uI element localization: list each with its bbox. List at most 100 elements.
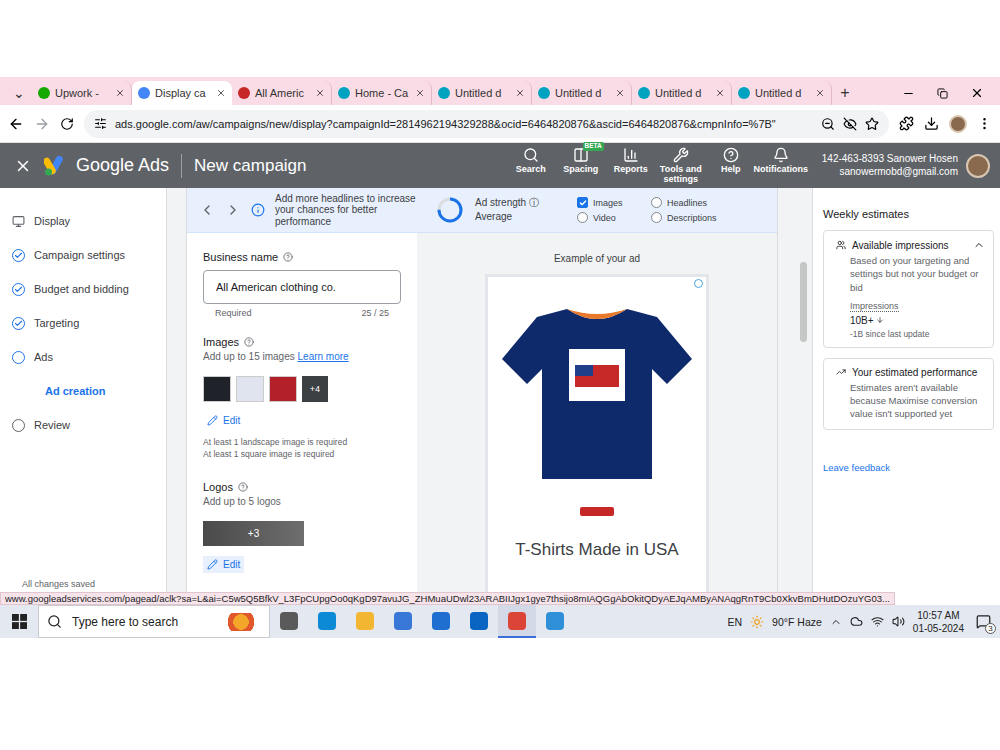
taskbar-app[interactable] [346,605,384,638]
editor-area: Add more headlines to increase your chan… [167,188,812,605]
clock[interactable]: 10:57 AM01-05-2024 [913,609,964,635]
nav-item[interactable]: Budget and bidding [12,272,166,306]
profile-avatar[interactable] [949,115,967,133]
help-icon[interactable] [238,482,248,492]
next-icon[interactable] [225,202,241,218]
close-icon[interactable] [515,88,525,98]
scrollbar[interactable] [800,262,807,342]
taskbar: Type here to search EN 90°F Haze 10:57 AM01… [0,605,1000,638]
header-tool[interactable]: Reports [606,147,656,174]
url-field[interactable]: ads.google.com/aw/campaigns/new/display?… [84,110,889,138]
eye-off-icon[interactable] [843,117,857,131]
menu-icon[interactable] [977,116,992,131]
close-icon[interactable] [14,157,32,175]
learn-more-link[interactable]: Learn more [298,351,349,362]
header-tool[interactable]: Notifications [756,147,806,174]
nav-label: Campaign settings [34,249,125,261]
browser-tab[interactable]: Untitled d [732,81,832,105]
browser-tab[interactable]: Untitled d [632,81,732,105]
close-icon[interactable] [315,88,325,98]
previous-icon[interactable] [199,202,215,218]
metric-label: Impressions [850,301,899,312]
start-button[interactable] [0,605,38,638]
asset-label: Images [593,198,623,208]
language[interactable]: EN [728,616,743,628]
close-icon[interactable] [115,88,125,98]
nav-item[interactable]: Review [12,408,166,442]
business-name-input[interactable]: All American clothing co. [203,270,401,304]
reload-icon[interactable] [60,117,74,131]
edit-logos-button[interactable]: Edit [203,556,244,573]
close-icon[interactable] [615,88,625,98]
taskbar-app[interactable] [270,605,308,638]
card-header[interactable]: Available impressions [836,239,985,251]
network-icon[interactable] [871,615,884,628]
browser-tab[interactable]: Untitled d [432,81,532,105]
tool-icon [723,147,739,163]
close-icon[interactable] [216,88,226,98]
app-icon [356,612,374,630]
edit-images-button[interactable]: Edit [203,412,244,429]
header-tool[interactable]: Help [706,147,756,174]
ad-logo [580,507,614,516]
image-thumbnail[interactable] [203,376,231,402]
weather[interactable]: 90°F Haze [772,616,822,628]
image-thumbnail[interactable] [269,376,297,402]
close-window-icon[interactable] [970,86,984,100]
close-icon[interactable] [415,88,425,98]
account-avatar[interactable] [966,154,990,178]
browser-tab[interactable]: Upwork - [32,81,132,105]
taskbar-app[interactable] [498,605,536,638]
browser-tab[interactable]: Display ca [132,81,232,105]
ad-example: T-Shirts Made in USA [485,274,709,604]
tray-overflow-icon[interactable] [830,616,842,628]
asset-item: Headlines [651,197,731,208]
image-thumbnail[interactable] [236,376,264,402]
notification-count: 3 [985,623,996,634]
taskbar-search[interactable]: Type here to search [38,605,270,638]
volume-icon[interactable] [892,615,905,628]
taskbar-app[interactable] [308,605,346,638]
ad-image [497,289,697,489]
help-icon[interactable] [283,252,293,262]
header-tool[interactable]: Search [506,147,556,174]
header-tool[interactable]: Tools and settings [656,147,706,184]
restore-icon[interactable] [937,88,948,99]
leave-feedback-link[interactable]: Leave feedback [823,462,994,473]
taskbar-app[interactable] [384,605,422,638]
taskbar-app[interactable] [460,605,498,638]
extensions-icon[interactable] [899,116,914,131]
close-icon[interactable] [715,88,725,98]
browser-tab[interactable]: Home - Ca [332,81,432,105]
logo-thumbnail[interactable]: +3 [203,521,304,546]
star-icon[interactable] [865,117,879,131]
nav-item[interactable]: Targeting [12,306,166,340]
collapse-icon[interactable] [973,239,985,251]
close-icon[interactable] [815,88,825,98]
account-info[interactable]: 142-463-8393 Sanower Hosensanowermobd@gm… [822,153,958,178]
notification-center[interactable]: 3 [972,611,994,633]
help-icon[interactable] [244,337,254,347]
zoom-icon[interactable] [821,117,835,131]
tool-label: Reports [614,165,648,174]
product-name: Google Ads [76,155,169,176]
nav-item[interactable]: Ad creation [12,374,166,408]
site-info-icon[interactable] [94,117,107,130]
cloud-icon[interactable] [850,615,863,628]
header-tool[interactable]: BETASpacing [556,147,606,174]
browser-tab[interactable]: All Americ [232,81,332,105]
new-tab-button[interactable]: + [832,81,858,105]
back-icon[interactable] [8,116,24,132]
tab-search-button[interactable]: ⌄ [6,81,32,105]
nav-item[interactable]: Ads [12,340,166,374]
ad-choices-icon[interactable] [694,279,703,288]
forward-icon[interactable] [34,116,50,132]
minimize-icon[interactable] [902,87,915,100]
taskbar-app[interactable] [422,605,460,638]
browser-tab[interactable]: Untitled d [532,81,632,105]
more-images[interactable]: +4 [302,376,328,402]
nav-item[interactable]: Campaign settings [12,238,166,272]
taskbar-app[interactable] [536,605,574,638]
download-icon[interactable] [924,116,939,131]
nav-item[interactable]: Display [12,204,166,238]
